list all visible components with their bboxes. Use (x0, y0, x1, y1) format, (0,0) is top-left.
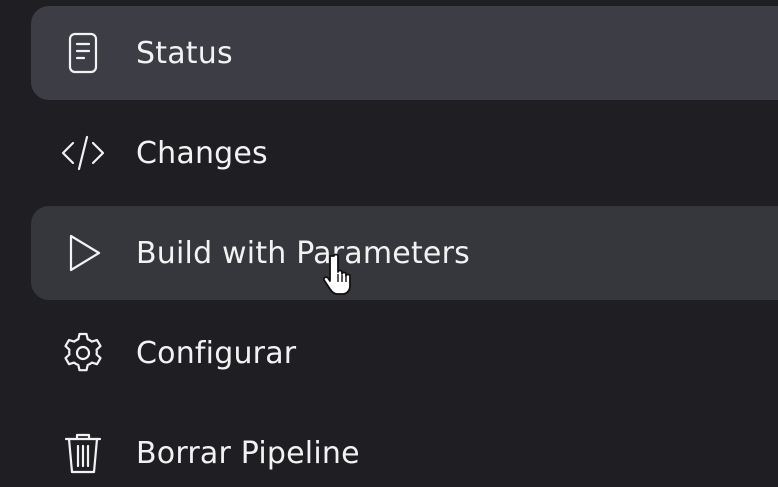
sidebar-item-label: Status (136, 35, 233, 71)
sidebar-menu: Status Changes Build with Parameters Con… (0, 0, 778, 487)
sidebar-item-label: Borrar Pipeline (136, 435, 360, 471)
gear-icon (56, 326, 110, 380)
code-icon (56, 126, 110, 180)
document-icon (56, 26, 110, 80)
sidebar-item-label: Changes (136, 135, 268, 171)
trash-icon (56, 426, 110, 480)
sidebar-item-label: Build with Parameters (136, 235, 470, 271)
sidebar-item-borrar-pipeline[interactable]: Borrar Pipeline (31, 406, 778, 487)
sidebar-item-changes[interactable]: Changes (31, 106, 778, 200)
sidebar-item-configurar[interactable]: Configurar (31, 306, 778, 400)
sidebar-item-build-with-parameters[interactable]: Build with Parameters (31, 206, 778, 300)
play-icon (56, 226, 110, 280)
sidebar-item-label: Configurar (136, 335, 297, 371)
sidebar-item-status[interactable]: Status (31, 6, 778, 100)
